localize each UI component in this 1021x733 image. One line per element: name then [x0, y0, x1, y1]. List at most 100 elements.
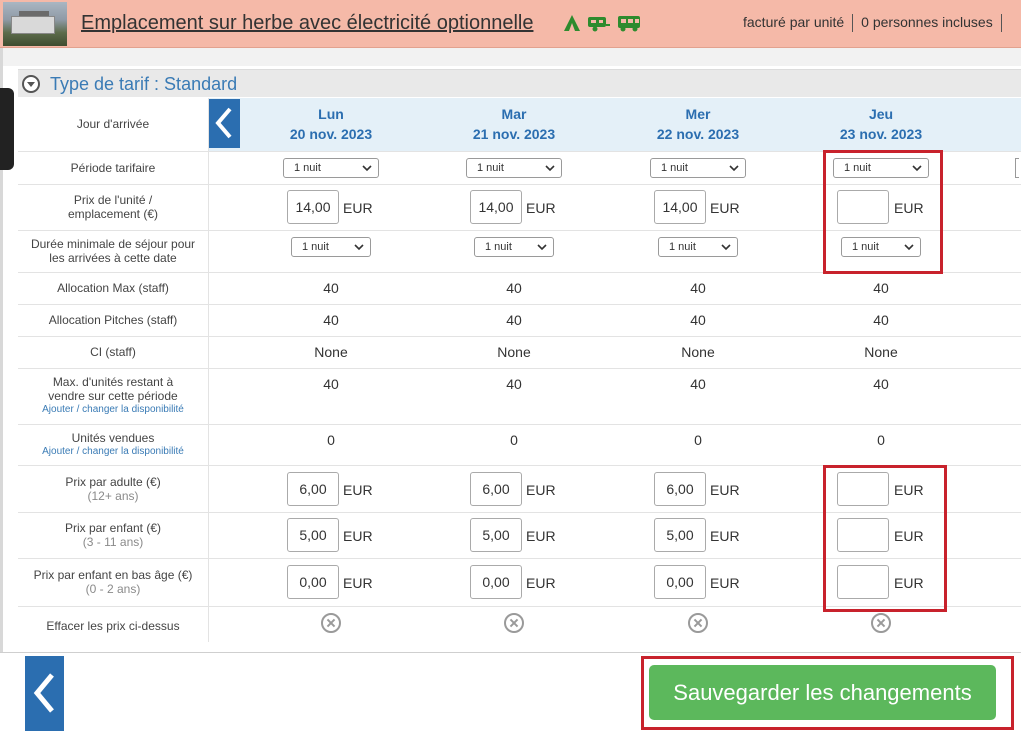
- unit-price-input[interactable]: 14,00: [287, 190, 339, 224]
- motorhome-icon: [617, 14, 643, 37]
- currency-label: EUR: [710, 528, 740, 544]
- highlight-box: [823, 150, 943, 274]
- unit-price-input[interactable]: 14,00: [470, 190, 522, 224]
- rate-period-select[interactable]: 1 nuit: [466, 158, 562, 178]
- chevron-left-icon: [215, 107, 232, 139]
- chevron-down-icon: [721, 244, 731, 251]
- child-age-range: (3 - 11 ans): [82, 535, 144, 549]
- clear-prices-icon[interactable]: [688, 613, 708, 633]
- alloc-max-value: 40: [690, 280, 706, 296]
- tariff-type-title: Type de tarif : Standard: [50, 74, 238, 94]
- adult-price-input[interactable]: 6,00: [470, 472, 522, 506]
- max-units-value: 40: [506, 376, 522, 392]
- chevron-down-icon: [545, 165, 555, 172]
- billing-info: facturé par unité 0 personnes incluses: [743, 14, 1010, 32]
- currency-label: EUR: [526, 200, 556, 216]
- units-sold-value: 0: [327, 432, 335, 448]
- chevron-down-icon: [362, 165, 372, 172]
- date: 21 nov. 2023: [472, 126, 556, 142]
- day-column-header: Jeu 23 nov. 2023: [821, 106, 941, 142]
- previous-page-button[interactable]: [25, 656, 64, 731]
- ci-value: None: [864, 344, 898, 360]
- side-panel-tab[interactable]: [0, 88, 14, 170]
- tariff-panel-header[interactable]: Type de tarif : Standard: [18, 69, 1021, 97]
- units-sold-value: 0: [877, 432, 885, 448]
- next-column-select-stub: [1015, 158, 1019, 178]
- label-units-sold: Unités vendues Ajouter / changer la disp…: [18, 431, 208, 459]
- highlight-box: [823, 465, 947, 612]
- max-units-value: 40: [873, 376, 889, 392]
- units-sold-value: 0: [510, 432, 518, 448]
- min-stay-select[interactable]: 1 nuit: [474, 237, 554, 257]
- spacer-strip: [0, 48, 1021, 66]
- alloc-pitches-value: 40: [690, 312, 706, 328]
- label-infant-price: Prix par enfant en bas âge (€) (0 - 2 an…: [18, 568, 208, 596]
- ci-value: None: [681, 344, 715, 360]
- unit-price-input[interactable]: 14,00: [654, 190, 706, 224]
- currency-label: EUR: [343, 482, 373, 498]
- divider: [852, 14, 854, 32]
- infant-price-input[interactable]: 0,00: [654, 565, 706, 599]
- adult-price-input[interactable]: 6,00: [654, 472, 706, 506]
- collapse-toggle-icon[interactable]: [22, 75, 40, 93]
- pitch-thumbnail[interactable]: [3, 2, 67, 46]
- currency-label: EUR: [710, 200, 740, 216]
- pitch-title-link[interactable]: Emplacement sur herbe avec électricité o…: [81, 12, 533, 35]
- label-divider: [208, 98, 209, 642]
- alloc-pitches-value: 40: [506, 312, 522, 328]
- day-column-header: Mer 22 nov. 2023: [638, 106, 758, 142]
- currency-label: EUR: [710, 482, 740, 498]
- weekday: Mer: [685, 106, 711, 122]
- rate-period-select[interactable]: 1 nuit: [650, 158, 746, 178]
- label-min-stay: Durée minimale de séjour pour les arrivé…: [30, 237, 196, 265]
- availability-link[interactable]: Ajouter / changer la disponibilité: [18, 445, 208, 459]
- chevron-left-icon: [33, 673, 54, 713]
- rate-period-select[interactable]: 1 nuit: [283, 158, 379, 178]
- alloc-max-value: 40: [873, 280, 889, 296]
- billing-mode: facturé par unité: [743, 14, 845, 30]
- currency-label: EUR: [526, 482, 556, 498]
- clear-prices-icon[interactable]: [321, 613, 341, 633]
- date: 23 nov. 2023: [839, 126, 923, 142]
- label-alloc-pitches: Allocation Pitches (staff): [48, 313, 178, 327]
- label-unit-price: Prix de l'unité / emplacement (€): [67, 193, 159, 221]
- caravan-icon: [587, 14, 611, 37]
- clear-prices-icon[interactable]: [504, 613, 524, 633]
- currency-label: EUR: [526, 528, 556, 544]
- footer-divider: [0, 652, 1021, 653]
- label-adult-price-text: Prix par adulte (€): [65, 475, 161, 489]
- currency-label: EUR: [710, 575, 740, 591]
- label-alloc-max: Allocation Max (staff): [57, 281, 169, 295]
- label-adult-price: Prix par adulte (€) (12+ ans): [18, 475, 208, 503]
- weekday: Lun: [318, 106, 344, 122]
- tent-icon: [563, 14, 581, 37]
- alloc-pitches-value: 40: [873, 312, 889, 328]
- infant-price-input[interactable]: 0,00: [470, 565, 522, 599]
- ci-value: None: [314, 344, 348, 360]
- currency-label: EUR: [343, 528, 373, 544]
- max-units-value: 40: [690, 376, 706, 392]
- availability-link[interactable]: Ajouter / changer la disponibilité: [36, 403, 190, 417]
- adult-price-input[interactable]: 6,00: [287, 472, 339, 506]
- alloc-pitches-value: 40: [323, 312, 339, 328]
- infant-age-range: (0 - 2 ans): [85, 582, 141, 596]
- previous-dates-button[interactable]: [209, 99, 240, 148]
- min-stay-select[interactable]: 1 nuit: [291, 237, 371, 257]
- persons-included: 0 personnes incluses: [861, 14, 993, 30]
- label-max-units-text: Max. d'unités restant à vendre sur cette…: [48, 375, 178, 403]
- save-changes-button[interactable]: Sauvegarder les changements: [649, 665, 996, 720]
- label-units-sold-text: Unités vendues: [71, 431, 155, 445]
- infant-price-input[interactable]: 0,00: [287, 565, 339, 599]
- min-stay-select[interactable]: 1 nuit: [658, 237, 738, 257]
- child-price-input[interactable]: 5,00: [654, 518, 706, 552]
- currency-label: EUR: [343, 575, 373, 591]
- date: 20 nov. 2023: [289, 126, 373, 142]
- child-price-input[interactable]: 5,00: [287, 518, 339, 552]
- adult-age-range: (12+ ans): [87, 489, 139, 503]
- child-price-input[interactable]: 5,00: [470, 518, 522, 552]
- ci-value: None: [497, 344, 531, 360]
- label-ci: CI (staff): [90, 345, 136, 359]
- label-rate-period: Période tarifaire: [70, 161, 156, 175]
- clear-prices-icon[interactable]: [871, 613, 891, 633]
- day-column-header: Mar 21 nov. 2023: [454, 106, 574, 142]
